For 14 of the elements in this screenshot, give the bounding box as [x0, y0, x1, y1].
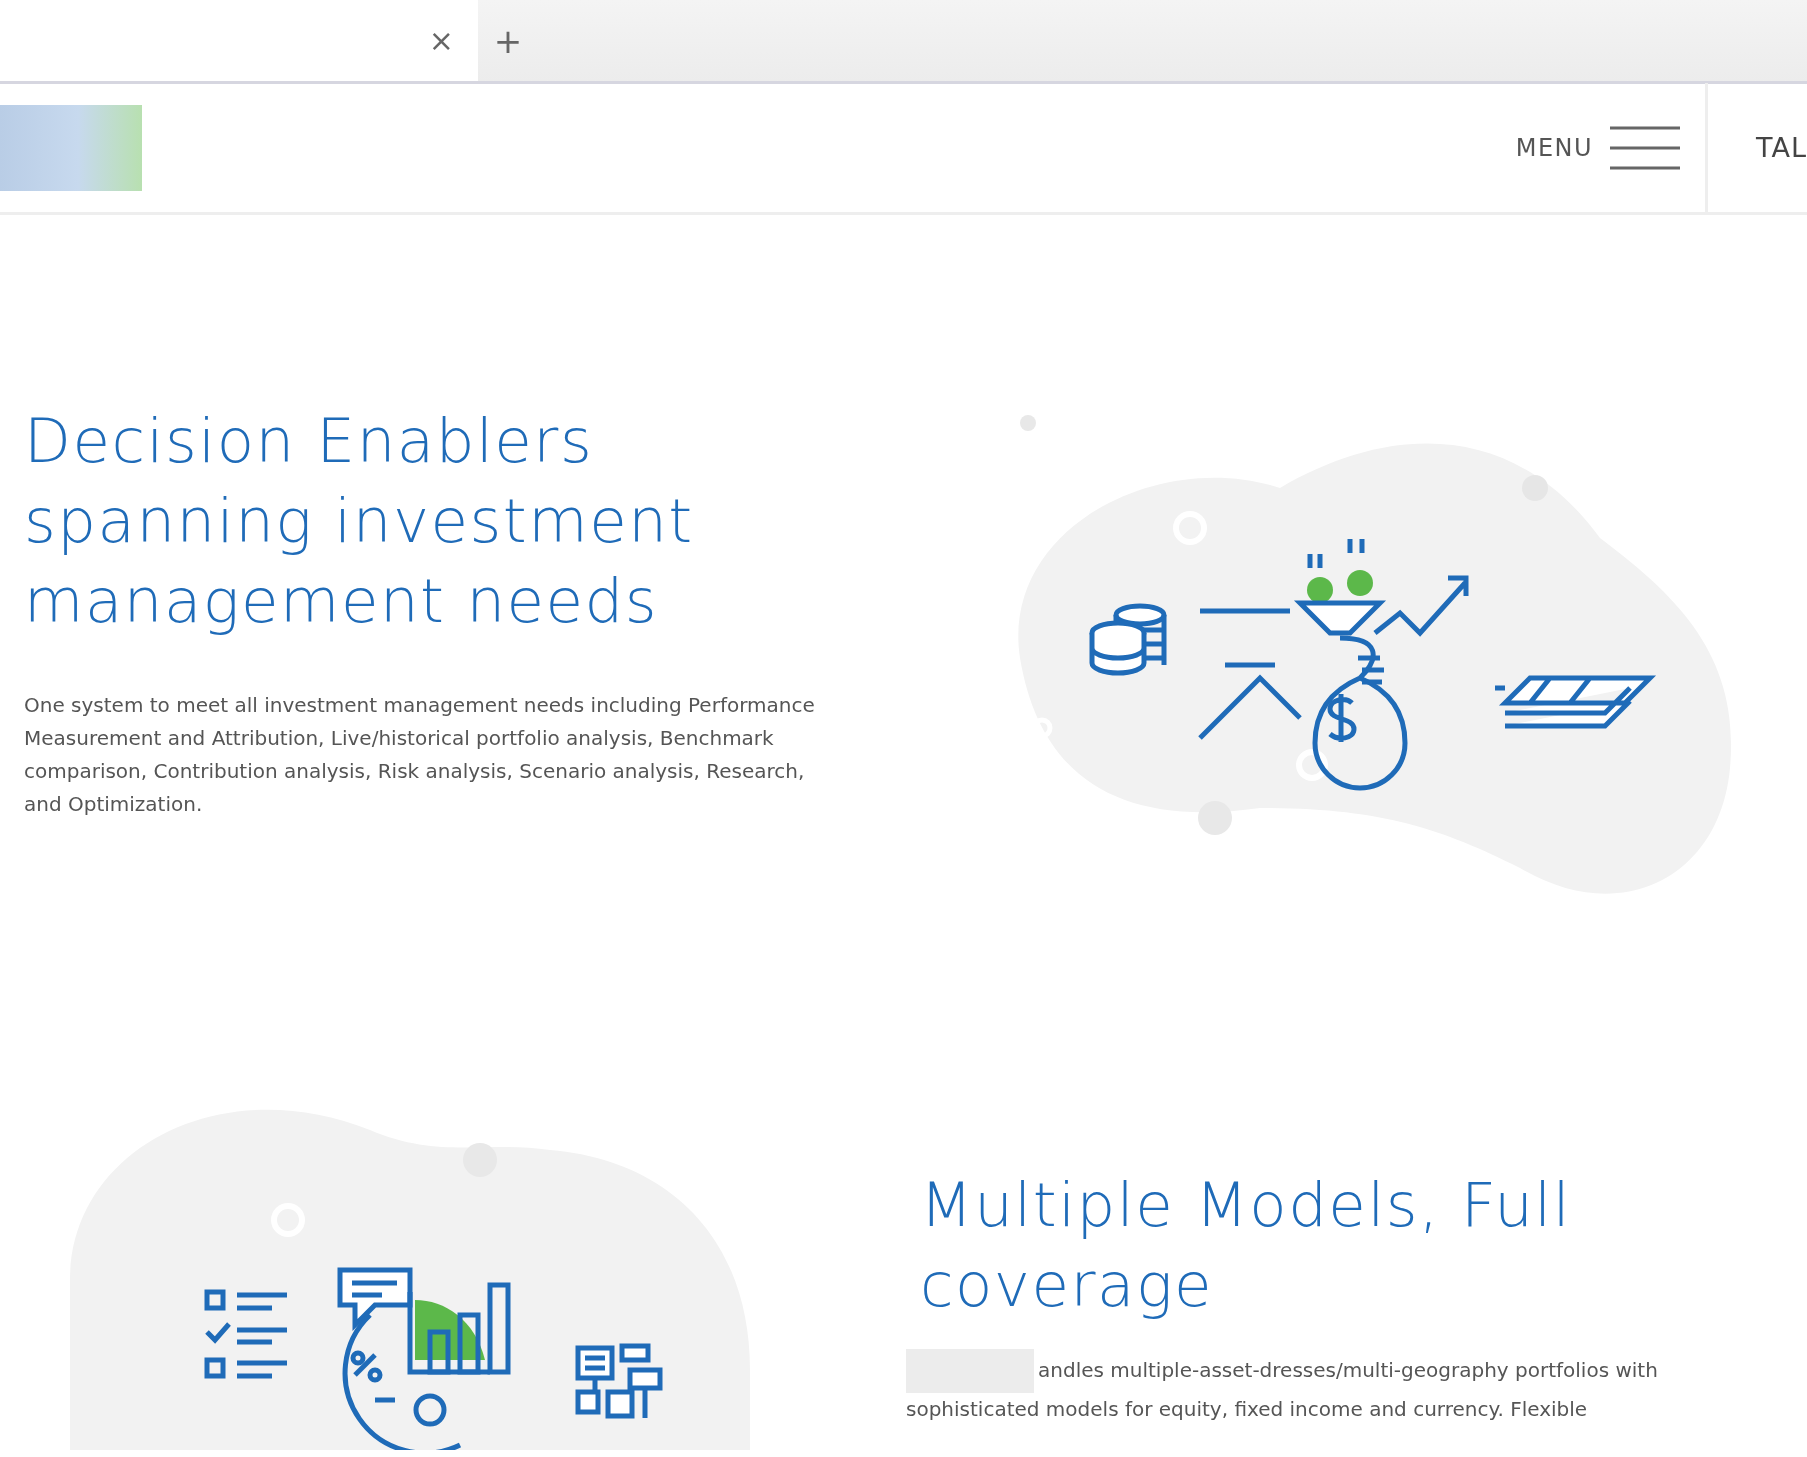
new-tab-button[interactable]: +: [478, 22, 538, 59]
section-heading: Multiple Models, Full coverage: [920, 1168, 1573, 1322]
browser-tab[interactable]: ×: [0, 0, 478, 81]
cash-stack-icon: [1492, 675, 1657, 728]
menu-label[interactable]: MENU: [1515, 130, 1594, 166]
nav-link[interactable]: TAL: [1756, 127, 1807, 169]
close-tab-button[interactable]: ×: [420, 24, 462, 57]
flowchart-icon: [575, 1343, 663, 1421]
section-heading: Decision Enablers spanning investment management needs: [24, 403, 695, 638]
checklist-icon: [204, 1289, 290, 1379]
section-description: One system to meet all investment management needs including Performance Measurement and Attribution, Live/historical portfolio analysis, Benchmark comparison, Contribution analysis, Risk analysis, Scenario analysis, Research, and Optimization.: [24, 691, 816, 818]
menu-icon[interactable]: [1609, 125, 1682, 171]
section-description: andles multiple-asset-dresses/multi-geography portfolios with sophisticated models for equity, fixed income and currency. Flexible: [906, 1349, 1736, 1426]
coins-icon: [1089, 603, 1167, 675]
